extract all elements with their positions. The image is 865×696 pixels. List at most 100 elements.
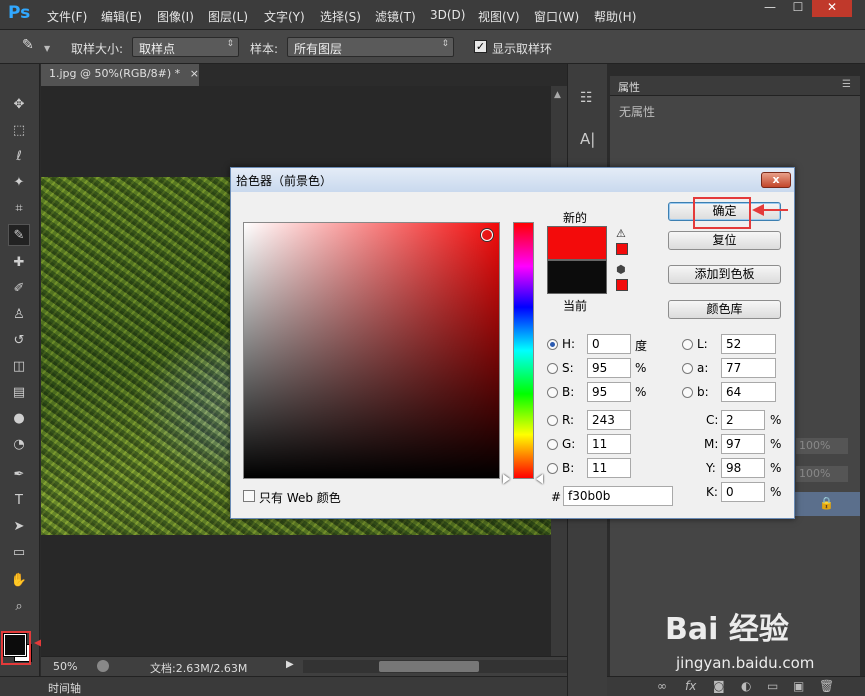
menu-file[interactable]: 文件(F) <box>47 8 87 25</box>
saturation-brightness-field[interactable] <box>243 222 500 479</box>
menu-type[interactable]: 文字(Y) <box>264 8 305 25</box>
hue-slider-right-triangle-icon[interactable] <box>536 474 543 484</box>
color-libraries-button[interactable]: 颜色库 <box>668 300 781 319</box>
link-layers-icon[interactable]: ∞ <box>657 679 667 693</box>
selected-layer-row[interactable]: 🔒 <box>795 492 860 516</box>
magic-wand-tool-icon[interactable]: ✦ <box>8 172 30 194</box>
reset-button[interactable]: 复位 <box>668 231 781 250</box>
layer-style-icon[interactable]: fx <box>685 679 696 693</box>
path-selection-tool-icon[interactable]: ➤ <box>8 516 30 538</box>
lab-b-radio[interactable] <box>682 387 693 398</box>
menu-image[interactable]: 图像(I) <box>157 8 194 25</box>
menu-select[interactable]: 选择(S) <box>320 8 361 25</box>
eraser-tool-icon[interactable]: ◫ <box>8 356 30 378</box>
close-tab-icon[interactable]: × <box>190 67 199 80</box>
tool-preset-chevron-down-icon[interactable]: ▼ <box>44 44 50 53</box>
status-info-icon[interactable] <box>97 660 109 672</box>
saturation-radio[interactable] <box>547 363 558 374</box>
hue-radio[interactable] <box>547 339 558 350</box>
new-layer-icon[interactable]: ▣ <box>793 679 804 693</box>
menu-help[interactable]: 帮助(H) <box>594 8 636 25</box>
type-tool-icon[interactable]: T <box>8 490 30 512</box>
hand-tool-icon[interactable]: ✋ <box>8 570 30 592</box>
character-panel-icon[interactable]: A| <box>580 130 595 148</box>
watermark-url: jingyan.baidu.com <box>676 654 815 672</box>
lab-a-input[interactable]: 77 <box>721 358 776 378</box>
eyedropper-tool-icon[interactable]: ✎ <box>8 224 30 246</box>
status-menu-arrow-icon[interactable]: ▶ <box>286 659 294 670</box>
pen-tool-icon[interactable]: ✒ <box>8 464 30 486</box>
eyedropper-tool-icon[interactable]: ✎ <box>22 37 44 57</box>
current-color-swatch[interactable] <box>547 260 607 294</box>
adjustment-layer-icon[interactable]: ◐ <box>741 679 751 693</box>
close-window-button[interactable]: ✕ <box>812 0 852 17</box>
gradient-tool-icon[interactable]: ▤ <box>8 382 30 404</box>
web-colors-only-checkbox[interactable] <box>243 490 255 502</box>
hex-input[interactable]: f30b0b <box>563 486 673 506</box>
green-radio[interactable] <box>547 439 558 450</box>
dodge-tool-icon[interactable]: ◔ <box>8 434 30 456</box>
scroll-up-icon[interactable]: ▲ <box>554 90 561 100</box>
history-brush-tool-icon[interactable]: ↺ <box>8 330 30 352</box>
timeline-label[interactable]: 时间轴 <box>48 680 81 696</box>
black-input[interactable]: 0 <box>721 482 765 502</box>
hue-input[interactable]: 0 <box>587 334 631 354</box>
lab-a-label: a: <box>697 361 709 375</box>
web-safe-color-swatch[interactable] <box>616 279 628 291</box>
maximize-button[interactable]: ☐ <box>784 0 812 18</box>
lab-l-radio[interactable] <box>682 339 693 350</box>
history-panel-icon[interactable]: ☷ <box>580 90 593 106</box>
yellow-input[interactable]: 98 <box>721 458 765 478</box>
dialog-close-button[interactable]: x <box>761 172 791 188</box>
scrollbar-thumb[interactable] <box>379 661 479 672</box>
new-group-icon[interactable]: ▭ <box>767 679 778 693</box>
brightness-input[interactable]: 95 <box>587 382 631 402</box>
shape-tool-icon[interactable]: ▭ <box>8 542 30 564</box>
red-radio[interactable] <box>547 415 558 426</box>
menu-3d[interactable]: 3D(D) <box>430 8 465 22</box>
menu-window[interactable]: 窗口(W) <box>534 8 579 25</box>
saturation-input[interactable]: 95 <box>587 358 631 378</box>
menu-filter[interactable]: 滤镜(T) <box>375 8 416 25</box>
minimize-button[interactable]: — <box>756 0 784 18</box>
blue-radio[interactable] <box>547 463 558 474</box>
red-input[interactable]: 243 <box>587 410 631 430</box>
blue-input[interactable]: 11 <box>587 458 631 478</box>
marquee-tool-icon[interactable]: ⬚ <box>8 120 30 142</box>
lab-l-input[interactable]: 52 <box>721 334 776 354</box>
color-field-cursor[interactable] <box>481 229 493 241</box>
show-ring-checkbox[interactable]: ✓ <box>474 40 487 53</box>
opacity-field[interactable]: 100% <box>796 438 848 454</box>
brightness-radio[interactable] <box>547 387 558 398</box>
properties-tab[interactable]: 属性 <box>618 79 640 95</box>
cyan-input[interactable]: 2 <box>721 410 765 430</box>
menu-edit[interactable]: 编辑(E) <box>101 8 142 25</box>
layer-mask-icon[interactable]: ◙ <box>713 679 725 693</box>
green-input[interactable]: 11 <box>587 434 631 454</box>
panel-menu-icon[interactable]: ☰ <box>842 79 851 90</box>
brush-tool-icon[interactable]: ✐ <box>8 278 30 300</box>
gamut-color-swatch[interactable] <box>616 243 628 255</box>
sample-size-dropdown[interactable]: 取样点 ⇕ <box>132 37 239 57</box>
lasso-tool-icon[interactable]: ℓ <box>8 146 30 168</box>
lab-b-input[interactable]: 64 <box>721 382 776 402</box>
horizontal-scrollbar[interactable] <box>303 660 567 673</box>
hue-slider[interactable] <box>513 222 534 479</box>
menu-view[interactable]: 视图(V) <box>478 8 520 25</box>
clone-stamp-tool-icon[interactable]: ♙ <box>8 304 30 326</box>
magenta-input[interactable]: 97 <box>721 434 765 454</box>
document-tab[interactable]: 1.jpg @ 50%(RGB/8#) * × <box>41 64 199 86</box>
menu-layer[interactable]: 图层(L) <box>208 8 248 25</box>
add-to-swatches-button[interactable]: 添加到色板 <box>668 265 781 284</box>
zoom-tool-icon[interactable]: ⌕ <box>8 596 30 618</box>
crop-tool-icon[interactable]: ⌗ <box>8 198 30 220</box>
lab-a-radio[interactable] <box>682 363 693 374</box>
zoom-level[interactable]: 50% <box>53 660 77 673</box>
delete-layer-icon[interactable]: 🗑 <box>819 679 834 693</box>
move-tool-icon[interactable]: ✥ <box>8 94 30 116</box>
hue-slider-left-triangle-icon[interactable] <box>503 474 510 484</box>
healing-brush-tool-icon[interactable]: ✚ <box>8 252 30 274</box>
blur-tool-icon[interactable]: ● <box>8 408 30 430</box>
fill-field[interactable]: 100% <box>796 466 848 482</box>
sample-dropdown[interactable]: 所有图层 ⇕ <box>287 37 454 57</box>
